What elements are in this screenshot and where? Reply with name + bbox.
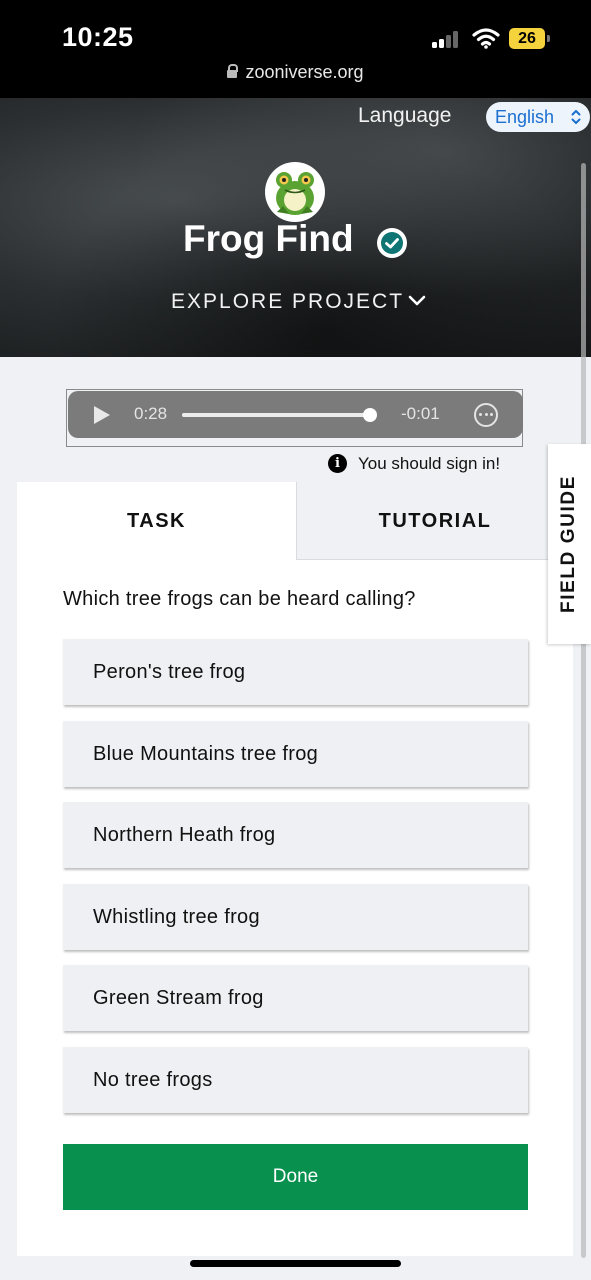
battery-icon: 26 xyxy=(509,28,545,49)
done-button[interactable]: Done xyxy=(63,1144,528,1210)
language-select[interactable]: English xyxy=(486,102,590,132)
field-guide-label: FIELD GUIDE xyxy=(558,475,579,613)
audio-current-time: 0:28 xyxy=(134,404,168,423)
audio-progress-fill xyxy=(182,413,371,417)
up-down-chevron-icon xyxy=(571,110,581,124)
more-options-icon[interactable] xyxy=(474,403,498,427)
frog-logo-icon xyxy=(276,172,314,215)
home-indicator[interactable] xyxy=(190,1260,401,1267)
project-avatar[interactable] xyxy=(265,162,325,222)
url-text: zooniverse.org xyxy=(245,62,364,82)
cellular-signal-icon xyxy=(432,30,464,48)
field-guide-tab[interactable]: FIELD GUIDE xyxy=(548,444,591,644)
project-header: Language English Frog Find EXPLORE PROJE… xyxy=(0,98,591,357)
audio-seek-slider[interactable] xyxy=(182,408,378,422)
clock: 10:25 xyxy=(62,22,134,52)
answer-option[interactable]: Peron's tree frog xyxy=(63,639,528,705)
answer-option[interactable]: Northern Heath frog xyxy=(63,802,528,869)
answer-option[interactable]: Blue Mountains tree frog xyxy=(63,720,528,787)
chevron-down-icon[interactable] xyxy=(408,294,426,308)
sign-in-text: You should sign in! xyxy=(358,454,501,473)
task-question: Which tree frogs can be heard calling? xyxy=(63,588,416,610)
verified-badge-icon xyxy=(377,228,407,258)
tab-tutorial[interactable]: TUTORIAL xyxy=(296,482,573,560)
language-value: English xyxy=(495,107,555,127)
audio-remaining-time: -0:01 xyxy=(401,404,440,423)
classifier-panel: TASK TUTORIAL Which tree frogs can be he… xyxy=(17,482,573,1256)
answer-option[interactable]: Whistling tree frog xyxy=(63,883,528,950)
audio-seek-handle[interactable] xyxy=(363,408,378,422)
play-icon[interactable] xyxy=(93,405,111,425)
wifi-icon xyxy=(472,28,500,49)
language-label: Language xyxy=(358,104,452,127)
answer-option[interactable]: No tree frogs xyxy=(63,1046,528,1113)
tab-task[interactable]: TASK xyxy=(17,482,296,560)
battery-nub xyxy=(547,35,550,42)
address-bar[interactable]: zooniverse.org xyxy=(0,62,591,83)
lock-icon xyxy=(227,64,239,78)
info-icon: i xyxy=(328,454,347,473)
answer-list: Peron's tree frog Blue Mountains tree fr… xyxy=(63,639,528,1129)
explore-project-button[interactable]: EXPLORE PROJECT xyxy=(171,290,404,314)
page-scrollbar[interactable] xyxy=(581,163,586,1258)
audio-player[interactable]: 0:28 -0:01 xyxy=(68,391,523,438)
status-bar: 10:25 26 zooniverse.org xyxy=(0,0,591,98)
answer-option[interactable]: Green Stream frog xyxy=(63,965,528,1032)
project-title: Frog Find xyxy=(183,218,354,259)
